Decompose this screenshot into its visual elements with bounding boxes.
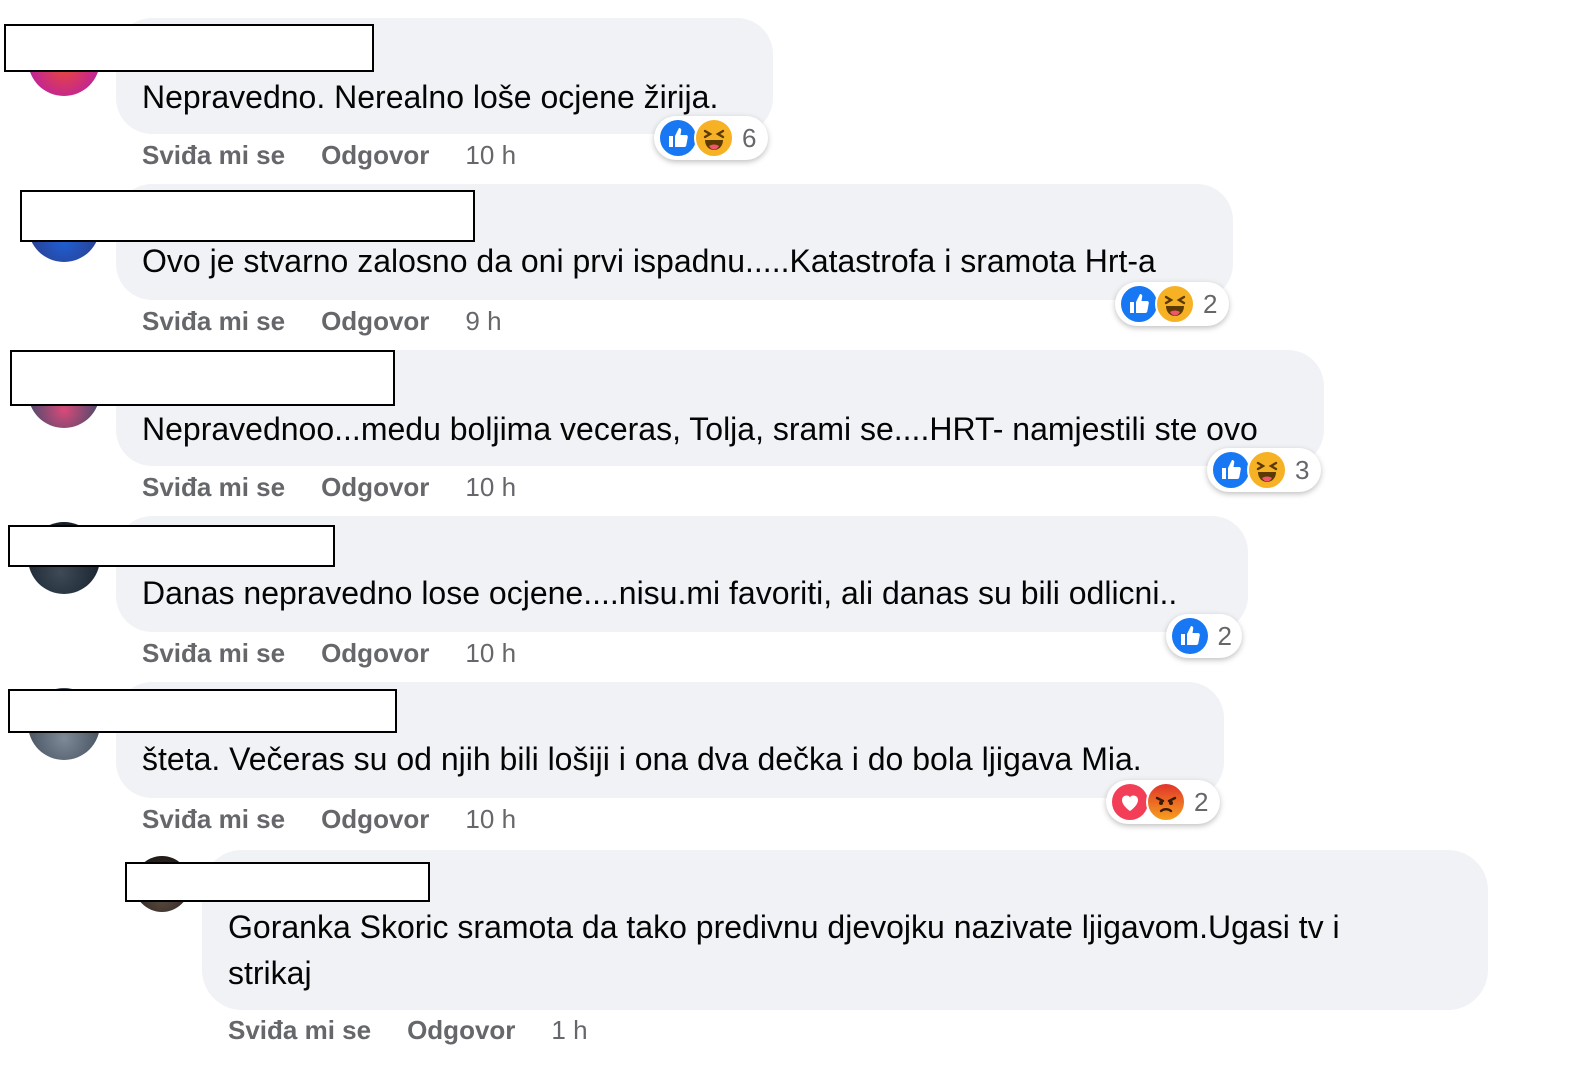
reaction-summary[interactable]: 6 xyxy=(654,116,768,160)
comment-actions: Sviđa mi se Odgovor 10 h xyxy=(142,638,552,669)
timestamp[interactable]: 10 h xyxy=(465,804,516,834)
like-button[interactable]: Sviđa mi se xyxy=(228,1015,371,1045)
timestamp[interactable]: 10 h xyxy=(465,472,516,502)
comment-text: Danas nepravedno lose ocjene....nisu.mi … xyxy=(142,575,1178,611)
timestamp[interactable]: 9 h xyxy=(465,306,501,336)
like-icon xyxy=(1119,284,1159,324)
reaction-count: 6 xyxy=(742,122,757,153)
comment-actions: Sviđa mi se Odgovor 10 h xyxy=(142,472,552,503)
comment-text: šteta. Večeras su od njih bili lošiji i … xyxy=(142,741,1142,777)
reply-button[interactable]: Odgovor xyxy=(407,1015,515,1045)
reply-actions: Sviđa mi se Odgovor 1 h xyxy=(228,1015,624,1046)
reaction-summary[interactable]: 2 xyxy=(1166,614,1242,658)
reply-button[interactable]: Odgovor xyxy=(321,306,429,336)
reply-button[interactable]: Odgovor xyxy=(321,638,429,668)
comment-text: Nepravedno. Nerealno loše ocjene žirija. xyxy=(142,79,719,115)
like-button[interactable]: Sviđa mi se xyxy=(142,472,285,502)
redacted-author-name xyxy=(8,525,335,567)
redacted-author-name xyxy=(125,862,430,902)
redacted-author-name xyxy=(4,24,374,72)
reply-button[interactable]: Odgovor xyxy=(321,804,429,834)
comment-actions: Sviđa mi se Odgovor 9 h xyxy=(142,306,538,337)
reply-text-line-2: strikaj xyxy=(228,955,312,991)
redacted-author-name xyxy=(20,190,475,242)
reaction-summary[interactable]: 2 xyxy=(1106,780,1220,824)
comment-text: Ovo je stvarno zalosno da oni prvi ispad… xyxy=(142,243,1156,279)
comment-text: Nepravednoo...medu boljima veceras, Tolj… xyxy=(142,411,1258,447)
haha-icon xyxy=(1155,284,1195,324)
timestamp[interactable]: 10 h xyxy=(465,140,516,170)
like-icon xyxy=(1211,450,1251,490)
like-button[interactable]: Sviđa mi se xyxy=(142,804,285,834)
love-icon xyxy=(1110,782,1150,822)
timestamp[interactable]: 1 h xyxy=(551,1015,587,1045)
like-icon xyxy=(1170,616,1210,656)
reaction-summary[interactable]: 3 xyxy=(1207,448,1321,492)
angry-icon xyxy=(1146,782,1186,822)
reaction-count: 2 xyxy=(1217,620,1232,651)
reply-button[interactable]: Odgovor xyxy=(321,472,429,502)
comment-actions: Sviđa mi se Odgovor 10 h xyxy=(142,804,552,835)
like-button[interactable]: Sviđa mi se xyxy=(142,140,285,170)
reaction-count: 2 xyxy=(1194,786,1209,817)
timestamp[interactable]: 10 h xyxy=(465,638,516,668)
reaction-count: 3 xyxy=(1295,454,1310,485)
reaction-count: 2 xyxy=(1203,288,1218,319)
reaction-summary[interactable]: 2 xyxy=(1115,282,1229,326)
redacted-author-name xyxy=(10,350,395,406)
comment-actions: Sviđa mi se Odgovor 10 h xyxy=(142,140,552,171)
redacted-author-name xyxy=(8,689,397,733)
haha-icon xyxy=(694,118,734,158)
like-button[interactable]: Sviđa mi se xyxy=(142,306,285,336)
reply-button[interactable]: Odgovor xyxy=(321,140,429,170)
haha-icon xyxy=(1247,450,1287,490)
reply-text-line-1: Goranka Skoric sramota da tako predivnu … xyxy=(228,909,1340,945)
like-icon xyxy=(658,118,698,158)
like-button[interactable]: Sviđa mi se xyxy=(142,638,285,668)
